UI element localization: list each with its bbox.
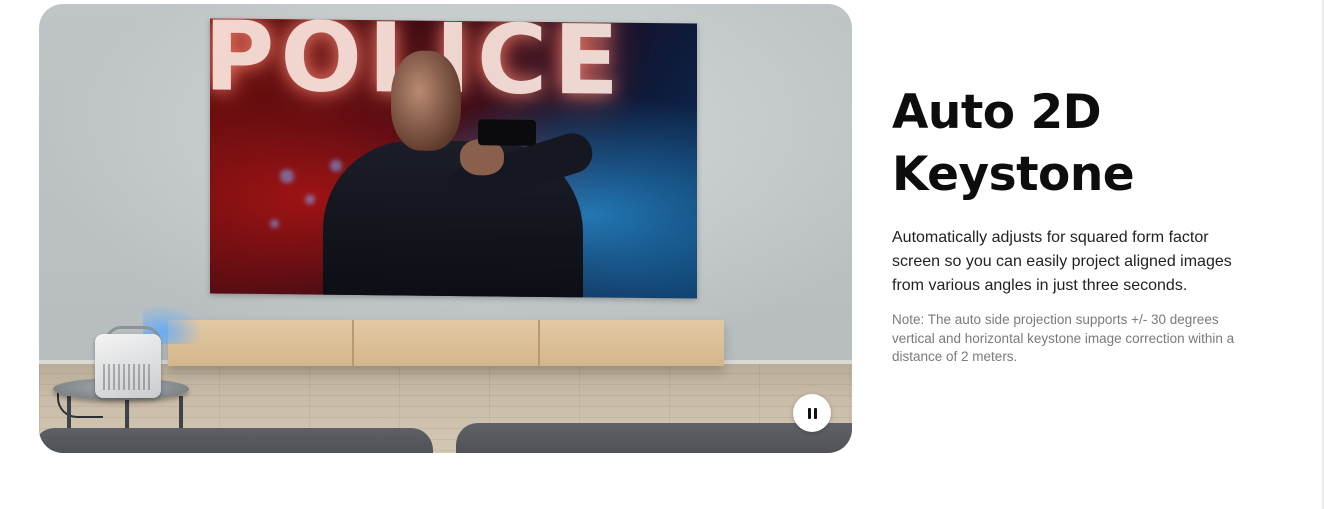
projected-handgun [478, 119, 536, 146]
heading-line-2: Keystone [892, 147, 1135, 202]
sofa-cushion-left [39, 428, 433, 453]
sofa-cushion-right [456, 423, 852, 453]
tv-cabinet [168, 320, 724, 366]
feature-text: Auto 2D Keystone Automatically adjusts f… [892, 82, 1262, 367]
table-leg [125, 396, 129, 432]
table-leg [179, 396, 183, 432]
table-leg [67, 396, 71, 432]
feature-note: Note: The auto side projection supports … [892, 312, 1235, 364]
projector-device [95, 334, 161, 398]
feature-heading: Auto 2D Keystone [892, 82, 1262, 206]
feature-description: Automatically adjusts for squared form f… [892, 229, 1232, 294]
projected-person-head [391, 50, 461, 152]
heading-line-1: Auto 2D [892, 85, 1102, 140]
projected-screen: POLICE [210, 18, 697, 299]
feature-video[interactable]: POLICE [39, 4, 852, 453]
pause-icon [807, 407, 817, 419]
pause-button[interactable] [793, 394, 831, 432]
